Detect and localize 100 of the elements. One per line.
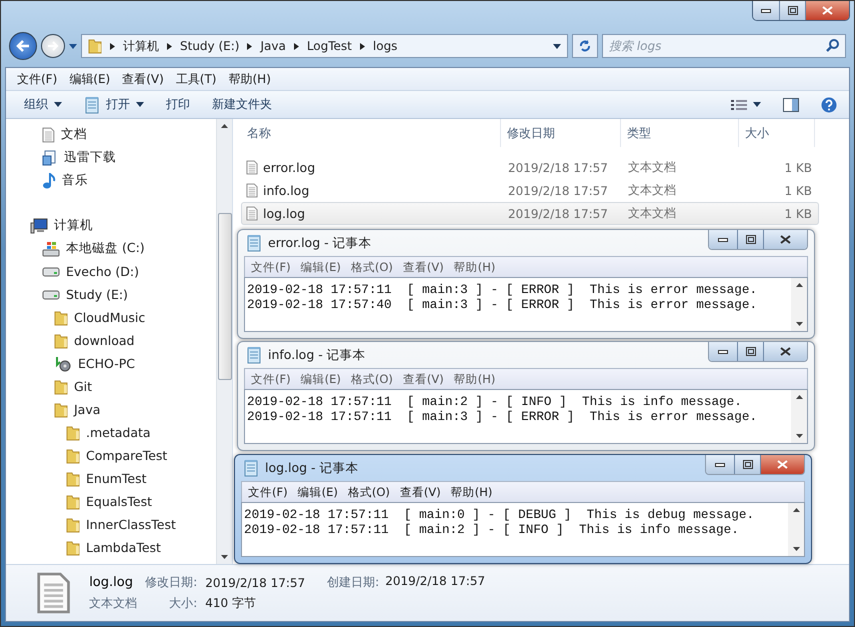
column-header[interactable]: 类型 xyxy=(621,119,739,147)
minimize-icon xyxy=(718,350,728,354)
scrollbar[interactable] xyxy=(791,390,807,443)
column-header[interactable]: 修改日期 xyxy=(501,119,621,147)
close-button[interactable] xyxy=(805,1,849,20)
tree-item[interactable]: 迅雷下载 xyxy=(64,149,116,166)
file-name: log.log xyxy=(263,206,306,221)
menu-item[interactable]: 查看(V) xyxy=(396,484,444,500)
close-button[interactable] xyxy=(763,342,807,361)
breadcrumb[interactable]: LogTest xyxy=(306,39,352,53)
refresh-button[interactable] xyxy=(572,34,598,58)
forward-arrow-icon xyxy=(47,41,59,51)
minimize-button[interactable] xyxy=(709,230,737,249)
menu-item[interactable]: 格式(O) xyxy=(348,372,396,386)
tree-item[interactable]: CloudMusic xyxy=(74,310,146,325)
menu-item[interactable]: 编辑(E) xyxy=(64,68,116,90)
scrollbar[interactable] xyxy=(791,278,807,331)
file-row[interactable]: info.log 2019/2/18 17:57 文本文档 1 KB xyxy=(241,179,819,202)
tree-item[interactable]: Study (E:) xyxy=(66,287,128,302)
detail-value: 2019/2/18 17:57 xyxy=(205,576,306,590)
menu-item[interactable]: 帮助(H) xyxy=(450,372,498,386)
close-button[interactable] xyxy=(763,230,807,249)
menu-item[interactable]: 查看(V) xyxy=(400,372,447,386)
file-row[interactable]: error.log 2019/2/18 17:57 文本文档 1 KB xyxy=(241,156,819,179)
chevron-icon xyxy=(110,42,115,50)
tree-item[interactable]: 计算机 xyxy=(54,217,93,234)
menu-item[interactable]: 编辑(E) xyxy=(298,260,344,274)
tree-item[interactable]: .metadata xyxy=(86,425,151,440)
tree-item[interactable]: EqualsTest xyxy=(86,494,152,509)
file-date: 2019/2/18 17:57 xyxy=(507,184,609,198)
log-line: 2019-02-18 17:57:11 [ main:2 ] - [ INFO ] This is info message. xyxy=(244,522,740,537)
menu-item[interactable]: 帮助(H) xyxy=(224,68,276,90)
text-area[interactable]: 2019-02-18 17:57:11 [ main:3 ] - [ ERROR ] This is error message. 2019-02-18 17:57:40 [ main:3 ] - [ ERROR ] This is error message. xyxy=(244,277,808,332)
tree-item[interactable]: LambdaTest xyxy=(86,540,161,555)
scrollbar[interactable] xyxy=(788,503,804,556)
tree-item[interactable]: ECHO-PC xyxy=(78,356,135,371)
maximize-button[interactable] xyxy=(779,1,805,20)
close-button[interactable] xyxy=(760,455,804,474)
maximize-button[interactable] xyxy=(737,342,763,361)
folder-icon xyxy=(66,448,80,464)
tree-item[interactable]: 本地磁盘 (C:) xyxy=(66,240,145,257)
text-area[interactable]: 2019-02-18 17:57:11 [ main:0 ] - [ DEBUG ] This is debug message. 2019-02-18 17:57:11 [ main:2 ] - [ INFO ] This is info message. xyxy=(241,502,805,557)
menu-item[interactable]: 文件(F) xyxy=(12,68,62,90)
drive-icon xyxy=(42,240,60,256)
text-area[interactable]: 2019-02-18 17:57:11 [ main:2 ] - [ INFO ] This is info message. 2019-02-18 17:57:11 [ main:3 ] - [ ERROR ] This is error message. xyxy=(244,389,808,444)
minimize-button[interactable] xyxy=(709,342,737,361)
breadcrumb[interactable]: Java xyxy=(260,39,286,53)
menu-item[interactable]: 查看(V) xyxy=(400,260,447,274)
search-field[interactable]: 搜索 logs xyxy=(602,34,846,58)
menu-item[interactable]: 格式(O) xyxy=(348,260,396,274)
maximize-button[interactable] xyxy=(737,230,763,249)
menu-item[interactable]: 文件(F) xyxy=(245,484,291,500)
document-icon xyxy=(246,206,258,221)
breadcrumb[interactable]: Study (E:) xyxy=(180,39,240,53)
tree-item[interactable]: EnumTest xyxy=(86,471,147,486)
menu-item[interactable]: 编辑(E) xyxy=(294,484,341,500)
breadcrumb[interactable]: 计算机 xyxy=(123,38,159,54)
tree-item[interactable]: Git xyxy=(74,379,92,394)
document-icon xyxy=(246,183,258,198)
close-icon xyxy=(777,460,788,469)
menu-item[interactable]: 编辑(E) xyxy=(298,372,344,386)
breadcrumb[interactable]: logs xyxy=(372,39,398,53)
toolbar-button[interactable]: 打开 xyxy=(80,94,148,116)
menu-item[interactable]: 文件(F) xyxy=(248,260,294,274)
caret-icon xyxy=(136,102,144,107)
menu-item[interactable]: 格式(O) xyxy=(344,484,393,500)
tree-item[interactable]: CompareTest xyxy=(86,448,168,463)
file-type: 文本文档 xyxy=(89,595,138,612)
close-icon xyxy=(822,6,833,15)
tree-item[interactable]: Java xyxy=(74,402,100,417)
tree-item[interactable]: 文档 xyxy=(60,126,87,143)
menu-item[interactable]: 帮助(H) xyxy=(450,260,498,274)
minimize-button[interactable] xyxy=(753,1,779,20)
column-header[interactable]: 大小 xyxy=(739,119,815,147)
menu-item[interactable]: 帮助(H) xyxy=(448,484,496,500)
toolbar-button[interactable]: 打印 xyxy=(162,94,194,115)
tree-item[interactable]: InnerClassTest xyxy=(86,517,176,532)
file-name: error.log xyxy=(263,160,316,175)
scroll-up-arrow-icon xyxy=(221,124,228,128)
address-bar[interactable]: 计算机 Study (E:) Java LogTest logs xyxy=(81,34,568,58)
minimize-button[interactable] xyxy=(706,455,734,474)
file-row[interactable]: log.log 2019/2/18 17:57 文本文档 1 KB xyxy=(241,202,819,225)
menu-item[interactable]: 文件(F) xyxy=(248,372,294,386)
tree-item[interactable]: Evecho (D:) xyxy=(66,264,139,279)
back-button[interactable] xyxy=(9,32,37,60)
computer-icon xyxy=(30,218,48,234)
folder-icon xyxy=(66,516,80,532)
menu-item[interactable]: 工具(T) xyxy=(170,68,222,90)
maximize-icon xyxy=(742,460,752,469)
forward-button[interactable] xyxy=(41,34,65,58)
tree-item[interactable]: download xyxy=(74,333,134,348)
menu-item[interactable]: 查看(V) xyxy=(117,68,169,90)
back-arrow-icon xyxy=(16,40,30,52)
notepad-icon xyxy=(246,234,262,252)
column-header[interactable]: 名称 xyxy=(241,119,501,147)
tree-item[interactable]: 音乐 xyxy=(62,172,88,189)
maximize-button[interactable] xyxy=(734,455,760,474)
toolbar-button[interactable]: 组织 xyxy=(20,94,66,115)
scrollbar[interactable] xyxy=(216,119,232,564)
toolbar-button[interactable]: 新建文件夹 xyxy=(208,94,276,115)
